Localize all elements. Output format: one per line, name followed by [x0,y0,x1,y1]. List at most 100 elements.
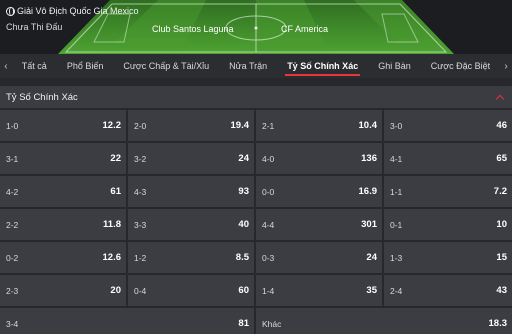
tab-half-time[interactable]: Nửa Trận [219,54,277,78]
odds-value: 16.9 [358,186,378,197]
odds-value: 301 [361,219,377,230]
market-tabs: ‹ Tất cả Phổ Biến Cược Chấp & Tài/Xỉu Nử… [0,54,512,78]
score-label: 4-2 [6,187,19,197]
odds-row: 2-2 11.8 3-3 40 4-4 301 0-1 10 [0,209,512,240]
odds-button[interactable]: 0-3 24 [256,242,382,273]
score-label: 4-4 [262,220,275,230]
tab-correct-score[interactable]: Tỷ Số Chính Xác [277,54,368,78]
odds-button[interactable]: 3-1 22 [0,143,126,174]
odds-row: 3-1 22 3-2 24 4-0 136 4-1 65 [0,143,512,174]
odds-value: 8.5 [235,252,249,263]
odds-value: 20 [110,285,121,296]
odds-value: 10.4 [358,120,378,131]
odds-button[interactable]: 2-3 20 [0,275,126,306]
league-name: Giải Vô Địch Quốc Gia Mexico [6,6,139,16]
tab-all[interactable]: Tất cả [12,54,57,78]
tab-popular[interactable]: Phổ Biến [57,54,114,78]
globe-icon [6,6,15,16]
odds-button[interactable]: 0-0 16.9 [256,176,382,207]
odds-button[interactable]: 2-1 10.4 [256,110,382,141]
odds-value: 19.4 [230,120,250,131]
score-label: 3-2 [134,154,147,164]
score-label: 0-4 [134,286,147,296]
chevron-right-icon[interactable]: › [500,61,512,72]
odds-button[interactable]: 2-0 19.4 [128,110,254,141]
odds-button[interactable]: 3-4 81 [0,308,254,334]
odds-value: 93 [238,186,249,197]
odds-value: 65 [496,153,507,164]
score-label: 4-1 [390,154,403,164]
odds-button[interactable]: 3-3 40 [128,209,254,240]
odds-value: 24 [238,153,249,164]
score-label: 2-0 [134,121,147,131]
odds-row: 4-2 61 4-3 93 0-0 16.9 1-1 7.2 [0,176,512,207]
odds-button[interactable]: 0-1 10 [384,209,512,240]
tab-specials[interactable]: Cược Đặc Biệt [421,54,500,78]
odds-value: 136 [361,153,377,164]
odds-value: 15 [496,252,507,263]
odds-value: 12.6 [102,252,122,263]
odds-button[interactable]: 4-2 61 [0,176,126,207]
odds-button[interactable]: 1-3 15 [384,242,512,273]
score-label: 1-1 [390,187,403,197]
score-label: 0-3 [262,253,275,263]
odds-value: 35 [366,285,377,296]
odds-value: 22 [110,153,121,164]
score-label: 4-3 [134,187,147,197]
score-label: 3-3 [134,220,147,230]
score-label: 2-3 [6,286,19,296]
odds-value: 61 [110,186,121,197]
odds-button[interactable]: 2-2 11.8 [0,209,126,240]
odds-button[interactable]: 3-0 46 [384,110,512,141]
home-team-name: Club Santos Laguna [152,24,234,34]
score-label: 3-0 [390,121,403,131]
chevron-left-icon[interactable]: ‹ [0,61,12,72]
score-label: 1-4 [262,286,275,296]
odds-row: 2-3 20 0-4 60 1-4 35 2-4 43 [0,275,512,306]
odds-value: 46 [496,120,507,131]
odds-row: 0-2 12.6 1-2 8.5 0-3 24 1-3 15 [0,242,512,273]
odds-button-other[interactable]: Khác 18.3 [256,308,512,334]
odds-button[interactable]: 4-3 93 [128,176,254,207]
market-title: Tỷ Số Chính Xác [6,91,78,103]
score-label: 2-2 [6,220,19,230]
match-header: Giải Vô Địch Quốc Gia Mexico Chưa Thi Đấ… [0,0,512,54]
odds-button[interactable]: 1-4 35 [256,275,382,306]
score-label: 1-3 [390,253,403,263]
odds-button[interactable]: 1-0 12.2 [0,110,126,141]
odds-value: 43 [496,285,507,296]
odds-button[interactable]: 4-1 65 [384,143,512,174]
score-label: 2-4 [390,286,403,296]
odds-value: 24 [366,252,377,263]
odds-button[interactable]: 3-2 24 [128,143,254,174]
odds-value: 60 [238,285,249,296]
odds-button[interactable]: 0-4 60 [128,275,254,306]
odds-button[interactable]: 4-4 301 [256,209,382,240]
score-label: 0-1 [390,220,403,230]
chevron-up-icon[interactable] [496,93,504,101]
score-label: 0-0 [262,187,275,197]
odds-row: 3-4 81 Khác 18.3 [0,308,512,334]
market-header[interactable]: Tỷ Số Chính Xác [0,86,512,108]
odds-row: 1-0 12.2 2-0 19.4 2-1 10.4 3-0 46 [0,110,512,141]
tab-handicap-over-under[interactable]: Cược Chấp & Tài/Xỉu [113,54,219,78]
league-label: Giải Vô Địch Quốc Gia Mexico [17,6,139,16]
away-team-name: CF America [281,24,329,34]
score-label: 3-1 [6,154,19,164]
odds-value: 18.3 [488,318,508,329]
odds-button[interactable]: 2-4 43 [384,275,512,306]
score-label: 0-2 [6,253,19,263]
odds-value: 11.8 [103,219,121,230]
odds-button[interactable]: 1-1 7.2 [384,176,512,207]
odds-value: 10 [496,219,507,230]
odds-button[interactable]: 4-0 136 [256,143,382,174]
odds-button[interactable]: 1-2 8.5 [128,242,254,273]
score-label: 3-4 [6,319,19,329]
score-label: 2-1 [262,121,275,131]
odds-value: 81 [238,318,249,329]
tab-goalscorer[interactable]: Ghi Bàn [368,54,421,78]
odds-button[interactable]: 0-2 12.6 [0,242,126,273]
score-label: 1-2 [134,253,147,263]
odds-value: 12.2 [102,120,122,131]
score-label: 4-0 [262,154,275,164]
